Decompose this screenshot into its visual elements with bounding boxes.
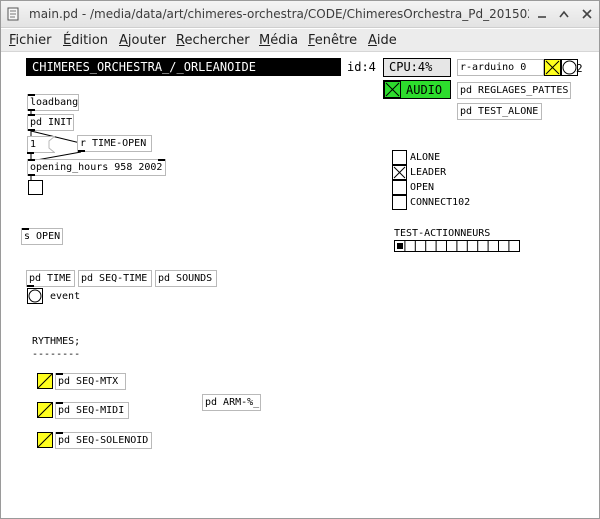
inlet[interactable]: [56, 402, 63, 404]
pd-arm[interactable]: pd ARM-%_: [202, 394, 261, 411]
outlet[interactable]: [28, 174, 35, 176]
menu-media[interactable]: Média: [259, 33, 298, 48]
object-text: pd SEQ-MIDI: [58, 405, 125, 416]
object-text: pd INIT: [30, 117, 73, 128]
object-text: pd SEQ-TIME: [81, 273, 148, 284]
toggle-checked-icon: [393, 166, 406, 179]
pd-time[interactable]: pd TIME: [26, 270, 75, 287]
message-box-1[interactable]: 1: [27, 136, 55, 154]
r-arduino-object[interactable]: r-arduino 0: [457, 59, 544, 76]
audio-label: AUDIO: [406, 83, 443, 97]
inlet[interactable]: [158, 159, 165, 161]
open-state-toggle[interactable]: [28, 180, 43, 195]
pd-patch-window: main.pd - /media/data/art/chimeres-orche…: [0, 0, 600, 519]
connect-toggle[interactable]: [392, 195, 407, 210]
title-bar[interactable]: main.pd - /media/data/art/chimeres-orche…: [1, 1, 599, 28]
test-actionneurs-label: TEST-ACTIONNEURS: [394, 228, 491, 239]
patch-canvas[interactable]: CHIMERES_ORCHESTRA_/_ORLEANOIDE id:4 CPU…: [1, 53, 599, 518]
pd-seq-mtx[interactable]: pd SEQ-MTX: [55, 373, 126, 390]
menu-rechercher[interactable]: Rechercher: [176, 33, 250, 48]
pd-sounds[interactable]: pd SOUNDS: [155, 270, 217, 287]
comment-dashes: --------: [32, 349, 81, 360]
connect-label: CONNECT102: [410, 197, 471, 208]
outlet[interactable]: [28, 129, 35, 131]
minimize-button[interactable]: [534, 6, 550, 22]
id-label: id:4: [347, 60, 376, 74]
menu-edition[interactable]: Édition: [63, 33, 108, 48]
object-text: r TIME-OPEN: [80, 138, 147, 149]
inlet[interactable]: [22, 228, 29, 230]
arduino-number: 2: [576, 62, 583, 75]
outlet[interactable]: [78, 150, 85, 152]
alone-label: ALONE: [410, 152, 441, 163]
test-actionneurs-radio[interactable]: [394, 240, 520, 252]
cpu-meter: CPU:4%: [383, 58, 451, 77]
inlet[interactable]: [28, 94, 35, 96]
arduino-toggle[interactable]: [544, 59, 561, 76]
object-text: s OPEN: [24, 231, 61, 242]
inlet[interactable]: [56, 432, 63, 434]
object-text: loadbang: [30, 97, 79, 108]
maximize-button[interactable]: [556, 6, 572, 22]
pd-reglages-pattes[interactable]: pd REGLAGES_PATTES: [457, 82, 571, 99]
open-toggle[interactable]: [392, 180, 407, 195]
outlet[interactable]: [27, 152, 34, 154]
r-time-open[interactable]: r TIME-OPEN: [77, 135, 152, 152]
inlet[interactable]: [28, 159, 35, 161]
opening-hours-object[interactable]: opening_hours 958 2002: [27, 159, 166, 176]
window-title: main.pd - /media/data/art/chimeres-orche…: [29, 7, 529, 21]
object-text: pd TIME: [29, 273, 72, 284]
object-text: pd SEQ-MTX: [58, 376, 119, 387]
leader-label: LEADER: [410, 167, 447, 178]
object-text: r-arduino 0: [460, 62, 527, 73]
object-text: pd SEQ-SOLENOID: [58, 435, 149, 446]
close-button[interactable]: [579, 6, 595, 22]
toggle-checked-icon: [384, 81, 401, 98]
alone-toggle[interactable]: [392, 150, 407, 165]
inlet[interactable]: [56, 373, 63, 375]
seq-midi-toggle[interactable]: [37, 402, 53, 418]
toggle-checked-icon: [38, 433, 52, 447]
seq-mtx-toggle[interactable]: [37, 373, 53, 389]
outlet[interactable]: [28, 109, 35, 111]
menu-ajouter[interactable]: Ajouter: [119, 33, 166, 48]
audio-toggle[interactable]: AUDIO: [383, 80, 451, 99]
object-text: pd REGLAGES_PATTES: [460, 85, 569, 96]
toggle-checked-icon: [545, 60, 560, 75]
event-bang-icon[interactable]: [27, 288, 43, 304]
s-open-object[interactable]: s OPEN: [21, 228, 63, 245]
comment-rythmes: RYTHMES;: [32, 336, 81, 347]
document-icon: [7, 7, 19, 21]
pd-seq-solenoid[interactable]: pd SEQ-SOLENOID: [55, 432, 152, 449]
pd-seq-midi[interactable]: pd SEQ-MIDI: [55, 402, 129, 419]
leader-toggle[interactable]: [392, 165, 407, 180]
event-label: event: [50, 291, 81, 302]
pd-init[interactable]: pd INIT: [27, 114, 74, 131]
object-text: opening_hours 958 2002: [30, 162, 163, 173]
toggle-checked-icon: [38, 374, 52, 388]
menu-bar: Fichier Édition Ajouter Rechercher Média…: [1, 29, 599, 52]
message-text: 1: [30, 139, 37, 150]
menu-fenetre[interactable]: Fenêtre: [308, 33, 357, 48]
loadbang-object[interactable]: loadbang: [27, 94, 79, 111]
pd-test-alone[interactable]: pd TEST_ALONE: [457, 103, 542, 120]
outlet[interactable]: [27, 285, 34, 287]
pd-seq-time[interactable]: pd SEQ-TIME: [78, 270, 152, 287]
toggle-checked-icon: [38, 403, 52, 417]
menu-aide[interactable]: Aide: [368, 33, 397, 48]
object-text: pd SOUNDS: [158, 273, 213, 284]
patch-banner: CHIMERES_ORCHESTRA_/_ORLEANOIDE: [26, 58, 341, 76]
menu-fichier[interactable]: Fichier: [9, 33, 52, 48]
inlet[interactable]: [28, 114, 35, 116]
object-text: pd ARM-%_: [205, 397, 260, 408]
seq-solenoid-toggle[interactable]: [37, 432, 53, 448]
object-text: pd TEST_ALONE: [460, 106, 539, 117]
open-label: OPEN: [410, 182, 435, 193]
